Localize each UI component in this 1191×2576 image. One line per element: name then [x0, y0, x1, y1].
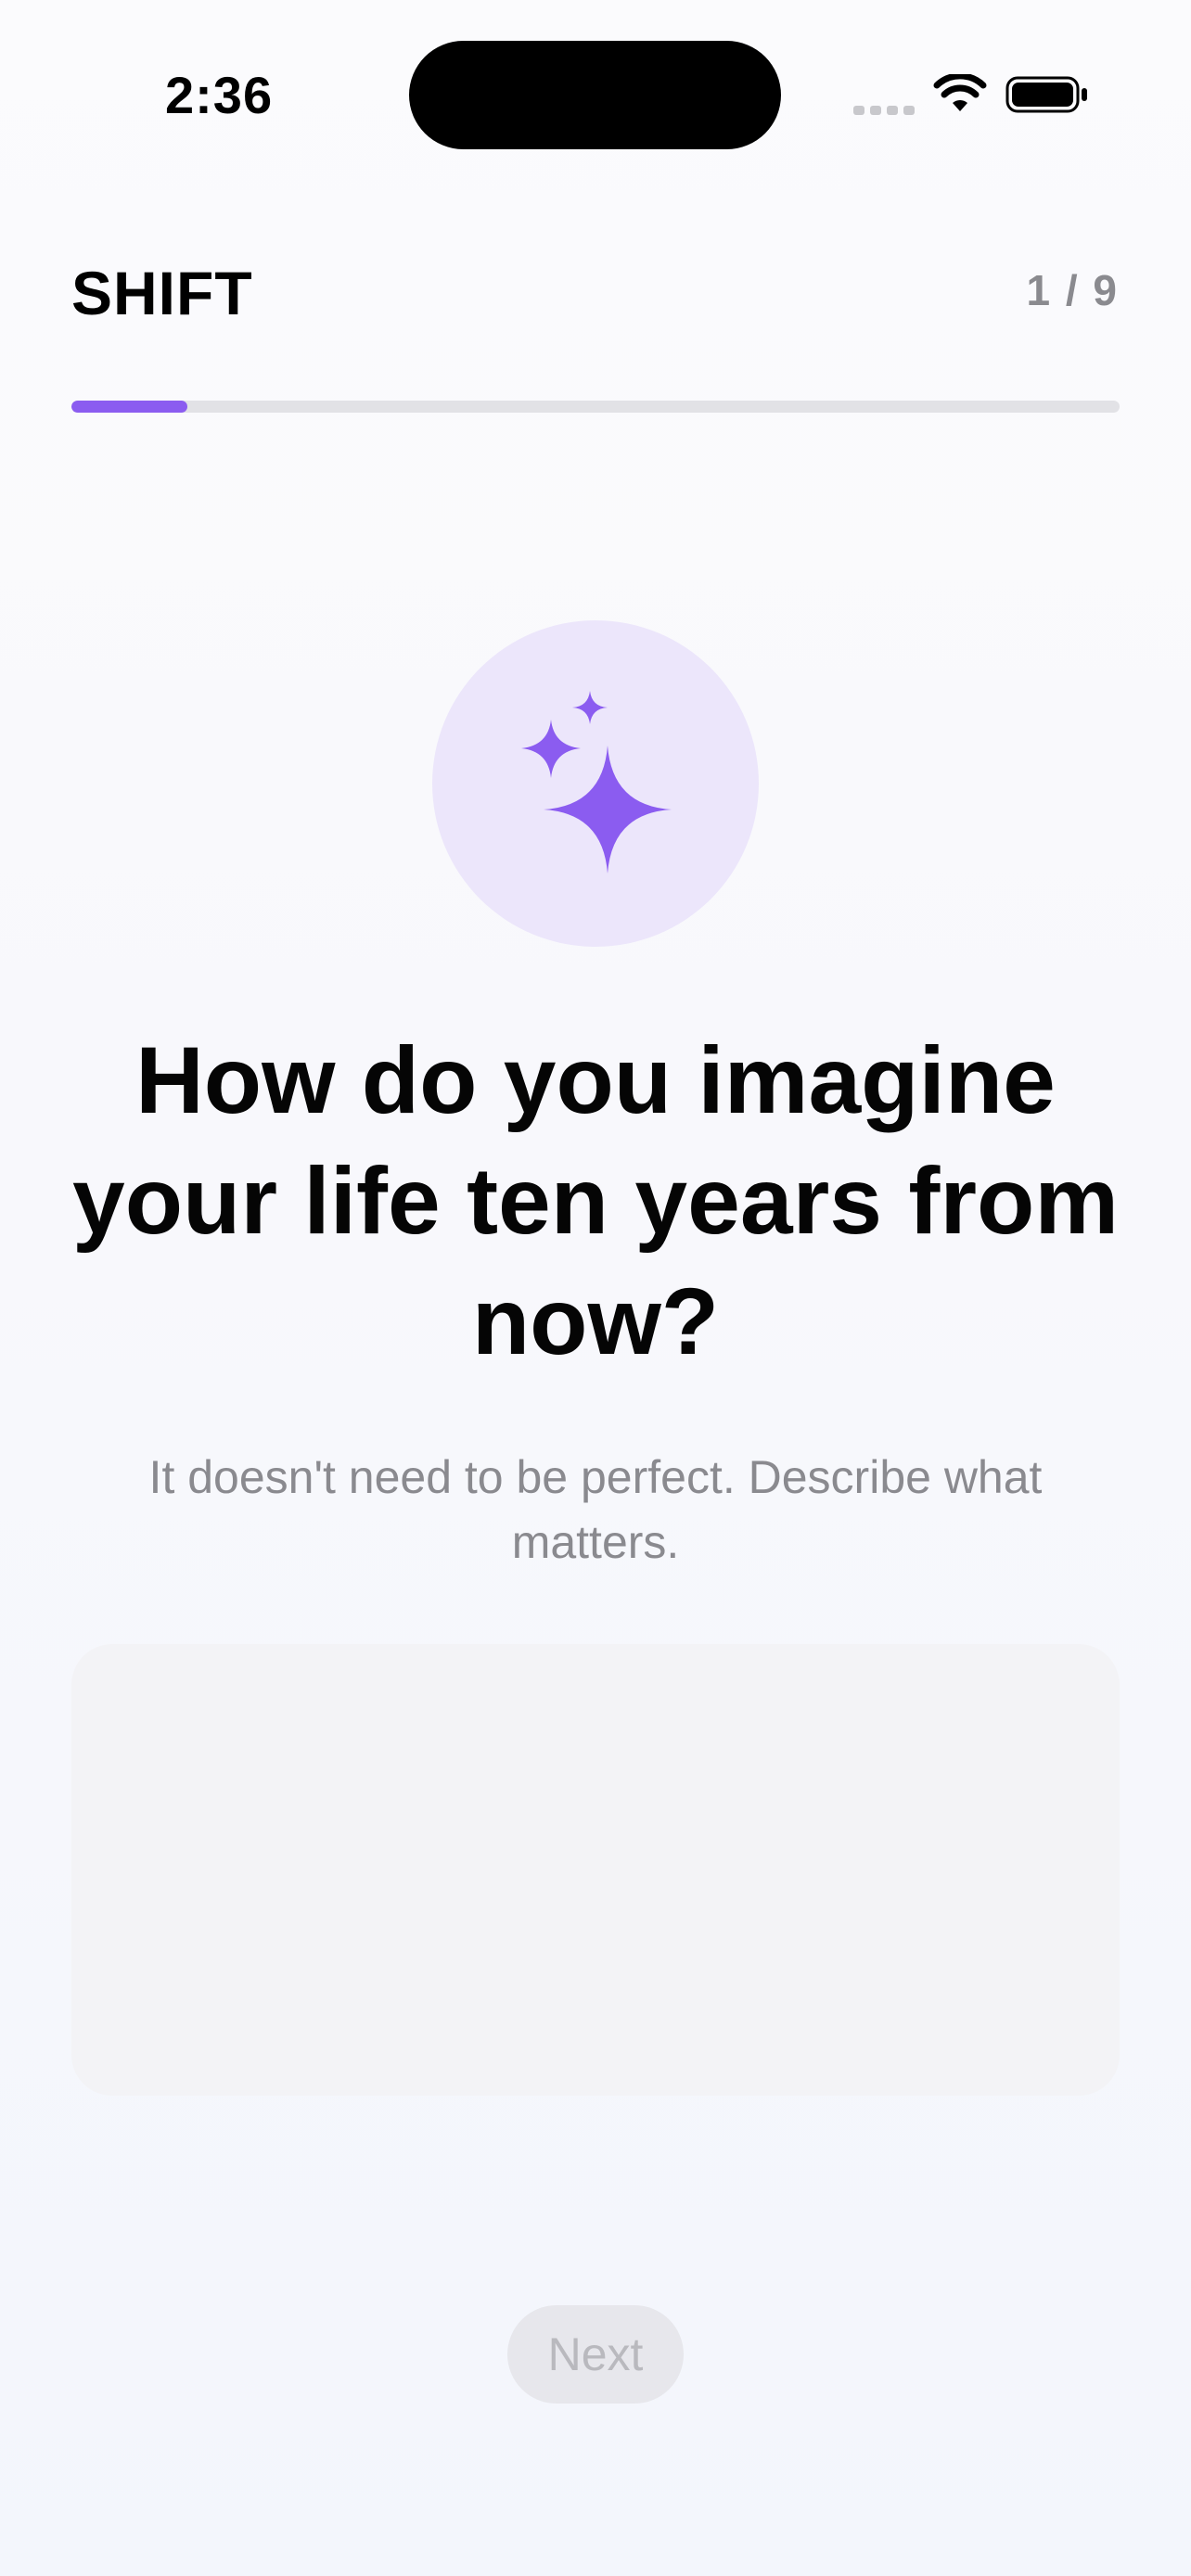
- answer-text-area[interactable]: [71, 1644, 1120, 2096]
- battery-icon: [1005, 76, 1087, 113]
- progress-bar-fill: [71, 401, 188, 413]
- status-bar: 2:36: [0, 0, 1191, 185]
- wifi-icon: [933, 74, 987, 111]
- question-hint: It doesn't need to be perfect. Describe …: [148, 1451, 1043, 1568]
- status-time: 2:36: [165, 66, 274, 124]
- dynamic-island: [409, 41, 781, 149]
- question-title: How do you imagine your life ten years f…: [71, 1027, 1120, 1374]
- app-brand-title: SHIFT: [71, 259, 253, 327]
- step-counter: 1 / 9: [1026, 266, 1119, 314]
- sparkles-icon: [521, 691, 672, 874]
- progress-bar: [71, 401, 1120, 413]
- next-button[interactable]: Next: [507, 2305, 684, 2404]
- sparkles-icon-badge: [432, 620, 759, 947]
- cellular-signal-icon: [853, 106, 915, 115]
